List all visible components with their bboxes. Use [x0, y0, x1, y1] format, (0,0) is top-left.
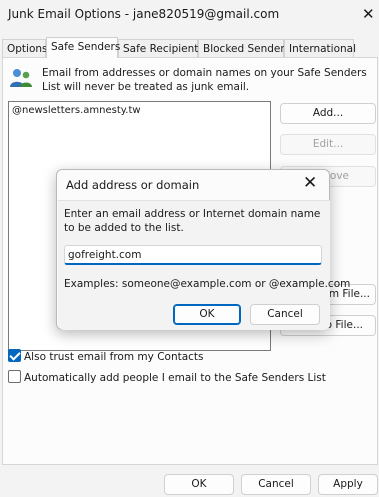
list-item[interactable]: @newsletters.amnesty.tw — [12, 105, 141, 116]
trust-contacts-checkbox[interactable] — [8, 349, 21, 362]
auto-add-row[interactable]: Automatically add people I email to the … — [8, 370, 326, 384]
dialog-body: Enter an email address or Internet domai… — [58, 200, 350, 330]
tab-options[interactable]: Options — [2, 39, 48, 58]
ok-button[interactable]: OK — [164, 474, 234, 495]
auto-add-checkbox[interactable] — [8, 370, 21, 383]
window-title: Junk Email Options - jane820519@gmail.co… — [8, 7, 280, 21]
tab-safe-senders[interactable]: Safe Senders — [46, 37, 120, 58]
tab-blocked-senders[interactable]: Blocked Senders — [198, 39, 290, 58]
address-input[interactable] — [64, 245, 322, 265]
edit-button[interactable]: Edit... — [280, 134, 376, 155]
trust-contacts-row[interactable]: Also trust email from my Contacts — [8, 349, 204, 363]
trust-contacts-label: Also trust email from my Contacts — [24, 351, 204, 363]
dialog-title: Add address or domain — [66, 178, 200, 192]
tab-safe-recipients[interactable]: Safe Recipients — [118, 39, 204, 58]
dialog-ok-button[interactable]: OK — [173, 304, 241, 325]
apply-button[interactable]: Apply — [318, 474, 378, 495]
title-bar: Junk Email Options - jane820519@gmail.co… — [0, 0, 379, 30]
add-address-dialog: Add address or domain ✕ Enter an email a… — [56, 169, 350, 330]
people-icon — [10, 69, 32, 87]
auto-add-label: Automatically add people I email to the … — [24, 372, 326, 384]
tab-strip: Options Safe Senders Safe Recipients Blo… — [0, 37, 379, 58]
dialog-prompt: Enter an email address or Internet domai… — [64, 208, 321, 234]
tab-international[interactable]: International — [284, 39, 356, 58]
dialog-examples: Examples: someone@example.com or @exampl… — [64, 278, 351, 290]
add-button[interactable]: Add... — [280, 103, 376, 124]
dialog-close-icon[interactable]: ✕ — [303, 173, 317, 193]
safe-senders-description: Email from addresses or domain names on … — [42, 67, 367, 93]
window-close-icon[interactable]: ✕ — [362, 5, 375, 23]
cancel-button[interactable]: Cancel — [241, 474, 311, 495]
dialog-cancel-button[interactable]: Cancel — [250, 304, 320, 325]
